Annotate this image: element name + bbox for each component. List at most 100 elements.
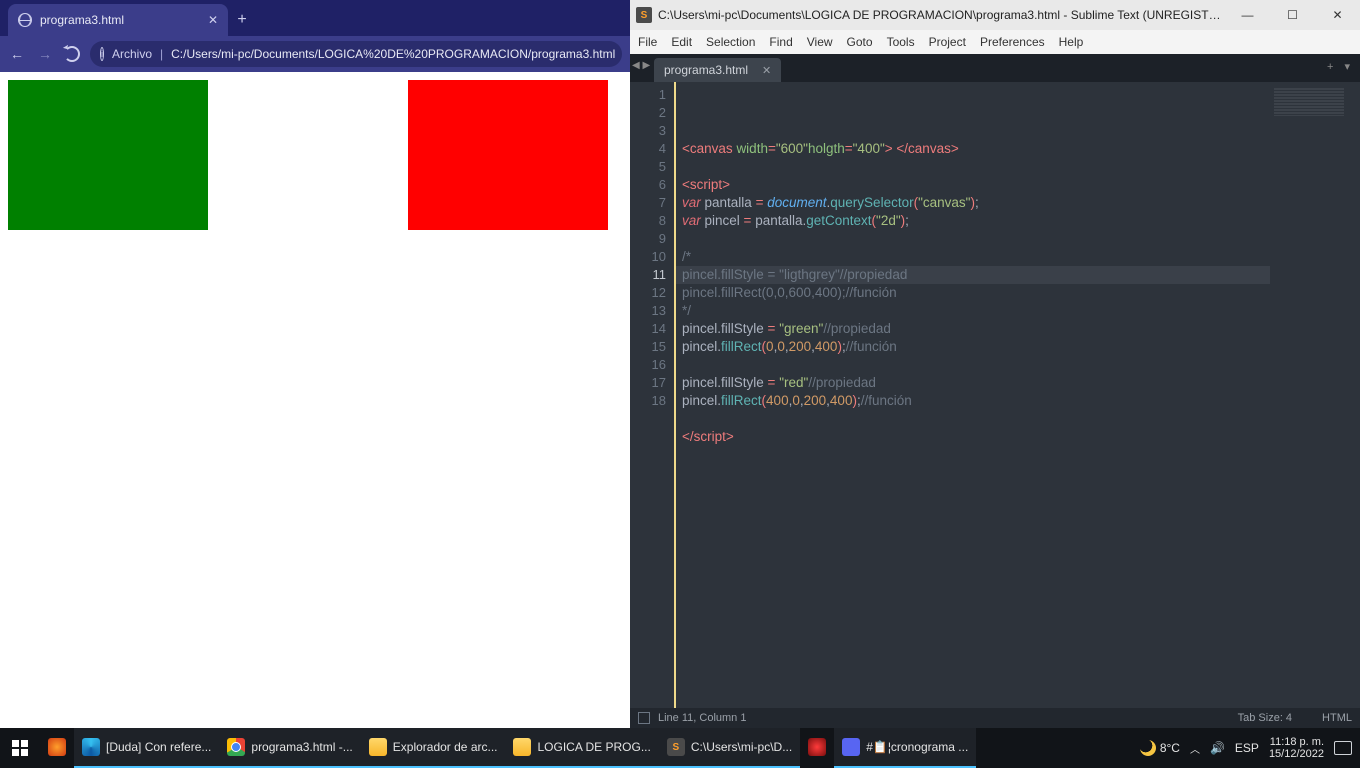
code-line[interactable]: /*	[682, 248, 1270, 266]
new-tab-button[interactable]: +	[228, 4, 256, 36]
line-number[interactable]: 13	[630, 302, 666, 320]
code-line[interactable]	[682, 356, 1270, 374]
code-area[interactable]: <canvas width="600"holgth="400"> </canva…	[676, 82, 1270, 708]
weather-widget[interactable]: 8°C	[1140, 740, 1180, 756]
windows-logo-icon	[12, 740, 28, 756]
taskbar-clock[interactable]: 11:18 p. m. 15/12/2022	[1269, 736, 1324, 760]
folder-icon	[369, 738, 387, 756]
tab-history-nav[interactable]: ◀ ▶	[632, 60, 650, 71]
line-number[interactable]: 16	[630, 356, 666, 374]
windows-taskbar: [Duda] Con refere...programa3.html -...E…	[0, 728, 1360, 768]
sublime-tab-close-icon[interactable]: ✕	[762, 64, 771, 77]
line-number[interactable]: 6	[630, 176, 666, 194]
boost-icon	[808, 738, 826, 756]
status-line-col[interactable]: Line 11, Column 1	[658, 712, 746, 724]
volume-icon[interactable]: 🔊	[1210, 741, 1225, 755]
code-line[interactable]: pincel.fillStyle = "ligthgrey"//propieda…	[682, 266, 1270, 284]
line-gutter[interactable]: 123456789101112131415161718	[630, 82, 674, 708]
menu-preferences[interactable]: Preferences	[980, 35, 1045, 49]
taskbar-item[interactable]: LOGICA DE PROG...	[505, 728, 658, 768]
menu-help[interactable]: Help	[1059, 35, 1084, 49]
site-info-icon[interactable]: i	[100, 47, 104, 61]
menu-project[interactable]: Project	[929, 35, 966, 49]
line-number[interactable]: 9	[630, 230, 666, 248]
code-line[interactable]: </script>	[682, 428, 1270, 446]
code-line[interactable]: <canvas width="600"holgth="400"> </canva…	[682, 140, 1270, 158]
start-button[interactable]	[0, 728, 40, 768]
status-tab-size[interactable]: Tab Size: 4	[1238, 712, 1292, 724]
line-number[interactable]: 3	[630, 122, 666, 140]
clock-date: 15/12/2022	[1269, 748, 1324, 760]
chrome-icon	[227, 738, 245, 756]
taskbar-item[interactable]	[800, 728, 834, 768]
code-line[interactable]: pincel.fillStyle = "green"//propiedad	[682, 320, 1270, 338]
status-syntax[interactable]: HTML	[1322, 712, 1352, 724]
omnibox[interactable]: i Archivo | C:/Users/mi-pc/Documents/LOG…	[90, 41, 622, 67]
code-line[interactable]: var pincel = pantalla.getContext("2d");	[682, 212, 1270, 230]
code-line[interactable]: <script>	[682, 176, 1270, 194]
taskbar-item[interactable]: Explorador de arc...	[361, 728, 506, 768]
code-line[interactable]	[682, 410, 1270, 428]
chrome-tab[interactable]: programa3.html ✕	[8, 4, 228, 36]
moon-icon	[1140, 740, 1156, 756]
code-line[interactable]	[682, 230, 1270, 248]
taskbar-item[interactable]: #📋¦cronograma ...	[834, 728, 976, 768]
input-language[interactable]: ESP	[1235, 741, 1259, 755]
green-rect	[8, 80, 208, 230]
menu-find[interactable]: Find	[769, 35, 792, 49]
line-number[interactable]: 14	[630, 320, 666, 338]
taskbar-item[interactable]: SC:\Users\mi-pc\D...	[659, 728, 800, 768]
taskbar-item-label: #📋¦cronograma ...	[866, 740, 968, 754]
code-line[interactable]	[682, 446, 1270, 464]
sublime-titlebar[interactable]: S C:\Users\mi-pc\Documents\LOGICA DE PRO…	[630, 0, 1360, 30]
line-number[interactable]: 10	[630, 248, 666, 266]
code-line[interactable]: pincel.fillRect(0,0,200,400);//función	[682, 338, 1270, 356]
chrome-tabstrip: programa3.html ✕ +	[0, 0, 630, 36]
tab-overflow-controls[interactable]: + ▾	[1327, 60, 1354, 73]
menu-edit[interactable]: Edit	[671, 35, 692, 49]
taskbar-item[interactable]: [Duda] Con refere...	[74, 728, 219, 768]
menu-tools[interactable]: Tools	[887, 35, 915, 49]
code-line[interactable]: var pantalla = document.querySelector("c…	[682, 194, 1270, 212]
line-number[interactable]: 4	[630, 140, 666, 158]
tray-overflow-button[interactable]: ︿	[1190, 741, 1200, 756]
minimap[interactable]	[1270, 82, 1360, 708]
line-number[interactable]: 1	[630, 86, 666, 104]
chrome-tab-title: programa3.html	[40, 13, 124, 27]
taskbar-item[interactable]	[40, 728, 74, 768]
code-line[interactable]: */	[682, 302, 1270, 320]
line-number[interactable]: 15	[630, 338, 666, 356]
omnibox-sep: |	[160, 47, 163, 61]
subl-icon: S	[667, 738, 685, 756]
code-line[interactable]: pincel.fillRect(0,0,600,400);//función	[682, 284, 1270, 302]
menu-goto[interactable]: Goto	[847, 35, 873, 49]
line-number[interactable]: 17	[630, 374, 666, 392]
sublime-tab[interactable]: programa3.html ✕	[654, 58, 781, 82]
code-line[interactable]: pincel.fillStyle = "red"//propiedad	[682, 374, 1270, 392]
code-line[interactable]	[682, 158, 1270, 176]
menu-file[interactable]: File	[638, 35, 657, 49]
line-number[interactable]: 18	[630, 392, 666, 410]
line-number[interactable]: 8	[630, 212, 666, 230]
action-center-icon[interactable]	[1334, 741, 1352, 755]
window-close-button[interactable]: ✕	[1315, 0, 1360, 30]
menu-view[interactable]: View	[807, 35, 833, 49]
omnibox-scheme: Archivo	[112, 47, 152, 61]
line-number[interactable]: 2	[630, 104, 666, 122]
code-line[interactable]: pincel.fillRect(400,0,200,400);//función	[682, 392, 1270, 410]
reload-button[interactable]	[64, 46, 80, 62]
line-number[interactable]: 7	[630, 194, 666, 212]
tab-close-icon[interactable]: ✕	[208, 13, 218, 27]
taskbar-item[interactable]: programa3.html -...	[219, 728, 360, 768]
line-number[interactable]: 11	[630, 266, 666, 284]
sublime-window: S C:\Users\mi-pc\Documents\LOGICA DE PRO…	[630, 0, 1360, 728]
status-checkbox-icon[interactable]	[638, 712, 650, 724]
forward-button[interactable]: →	[36, 46, 54, 62]
back-button[interactable]: ←	[8, 46, 26, 62]
menu-selection[interactable]: Selection	[706, 35, 755, 49]
line-number[interactable]: 5	[630, 158, 666, 176]
line-number[interactable]: 12	[630, 284, 666, 302]
sublime-tab-label: programa3.html	[664, 63, 748, 77]
window-minimize-button[interactable]: —	[1225, 0, 1270, 30]
window-maximize-button[interactable]: ☐	[1270, 0, 1315, 30]
